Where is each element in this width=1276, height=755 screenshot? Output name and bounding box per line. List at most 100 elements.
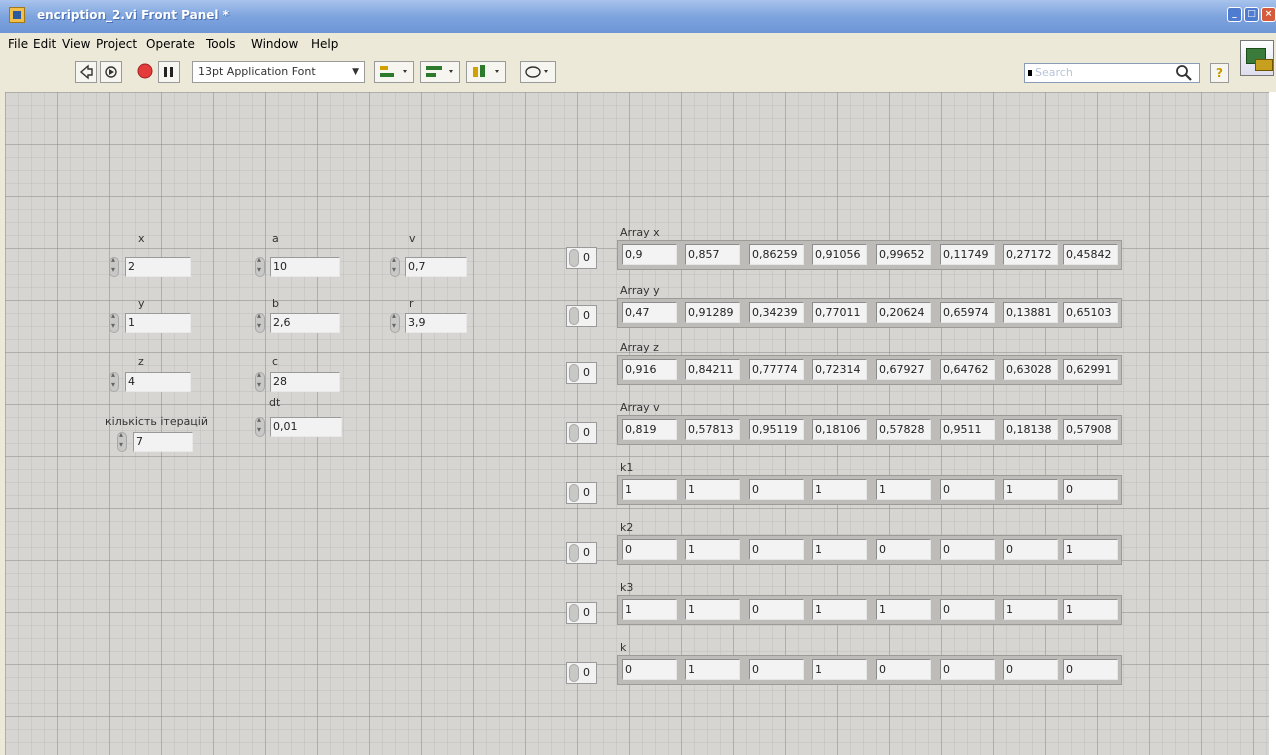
array-element[interactable]: 0,18106	[812, 419, 867, 440]
array-element[interactable]: 0	[622, 539, 677, 560]
minimize-button[interactable]: _	[1227, 7, 1242, 22]
array-index-control[interactable]: 0	[566, 602, 597, 624]
index-spinner-icon[interactable]	[569, 364, 579, 382]
index-spinner-icon[interactable]	[569, 307, 579, 325]
array-element[interactable]: 0,86259	[749, 244, 804, 265]
index-spinner-icon[interactable]	[569, 249, 579, 267]
array-element[interactable]: 0,95119	[749, 419, 804, 440]
z-increment-decrement[interactable]	[109, 370, 119, 392]
y-input[interactable]: 1	[125, 313, 191, 333]
r-input[interactable]: 3,9	[405, 313, 467, 333]
run-button[interactable]	[75, 61, 97, 83]
array-element[interactable]: 0	[749, 479, 804, 500]
array-element[interactable]: 0,64762	[940, 359, 995, 380]
a-increment-decrement[interactable]	[255, 255, 265, 277]
array-element[interactable]: 1	[812, 599, 867, 620]
array-element[interactable]: 0,47	[622, 302, 677, 323]
index-spinner-icon[interactable]	[569, 484, 579, 502]
array-element[interactable]: 0,57813	[685, 419, 740, 440]
array-element[interactable]: 0,65974	[940, 302, 995, 323]
b-increment-decrement[interactable]	[255, 311, 265, 333]
menu-help[interactable]: Help	[311, 37, 338, 51]
array-index-control[interactable]: 0	[566, 662, 597, 684]
vi-icon[interactable]	[1240, 40, 1274, 76]
array-element[interactable]: 0	[876, 659, 931, 680]
array-element[interactable]: 0,18138	[1003, 419, 1058, 440]
array-element[interactable]: 0,91289	[685, 302, 740, 323]
abort-button[interactable]	[135, 61, 155, 83]
array-element[interactable]: 1	[876, 479, 931, 500]
menu-edit[interactable]: Edit	[33, 37, 56, 51]
array-index-control[interactable]: 0	[566, 362, 597, 384]
array-element[interactable]: 0,63028	[1003, 359, 1058, 380]
font-selector[interactable]: 13pt Application Font ▼	[192, 61, 365, 83]
array-element[interactable]: 0	[622, 659, 677, 680]
array-element[interactable]: 0,62991	[1063, 359, 1118, 380]
search-input[interactable]: Search	[1024, 63, 1200, 83]
align-objects-button[interactable]	[374, 61, 414, 83]
vertical-scrollbar[interactable]	[1269, 92, 1276, 755]
array-element[interactable]: 0,20624	[876, 302, 931, 323]
menu-view[interactable]: View	[62, 37, 90, 51]
maximize-button[interactable]: □	[1244, 7, 1259, 22]
array-element[interactable]: 1	[1063, 599, 1118, 620]
array-element[interactable]: 0,27172	[1003, 244, 1058, 265]
x-increment-decrement[interactable]	[109, 255, 119, 277]
array-element[interactable]: 1	[1063, 539, 1118, 560]
r-increment-decrement[interactable]	[390, 311, 400, 333]
array-index-control[interactable]: 0	[566, 247, 597, 269]
array-element[interactable]: 0,57908	[1063, 419, 1118, 440]
index-spinner-icon[interactable]	[569, 424, 579, 442]
array-element[interactable]: 0	[749, 599, 804, 620]
dt-increment-decrement[interactable]	[255, 415, 265, 437]
z-input[interactable]: 4	[125, 372, 191, 392]
v-increment-decrement[interactable]	[390, 255, 400, 277]
array-element[interactable]: 0	[749, 659, 804, 680]
array-element[interactable]: 1	[622, 479, 677, 500]
distribute-objects-button[interactable]	[420, 61, 460, 83]
array-element[interactable]: 0,99652	[876, 244, 931, 265]
index-spinner-icon[interactable]	[569, 664, 579, 682]
array-element[interactable]: 0	[940, 659, 995, 680]
array-element[interactable]: 0	[940, 479, 995, 500]
array-element[interactable]: 0,67927	[876, 359, 931, 380]
help-button[interactable]: ?	[1210, 63, 1229, 83]
menu-project[interactable]: Project	[96, 37, 137, 51]
pause-button[interactable]	[158, 61, 180, 83]
array-element[interactable]: 1	[685, 539, 740, 560]
array-element[interactable]: 1	[812, 539, 867, 560]
close-button[interactable]: ×	[1261, 7, 1276, 22]
menu-operate[interactable]: Operate	[146, 37, 195, 51]
array-index-control[interactable]: 0	[566, 482, 597, 504]
menu-tools[interactable]: Tools	[206, 37, 236, 51]
run-continuously-button[interactable]	[100, 61, 122, 83]
array-element[interactable]: 1	[1003, 599, 1058, 620]
array-element[interactable]: 0	[940, 539, 995, 560]
x-input[interactable]: 2	[125, 257, 191, 277]
array-element[interactable]: 0	[1063, 479, 1118, 500]
array-element[interactable]: 0,857	[685, 244, 740, 265]
array-element[interactable]: 0,84211	[685, 359, 740, 380]
array-element[interactable]: 0,9	[622, 244, 677, 265]
array-element[interactable]: 1	[622, 599, 677, 620]
array-element[interactable]: 1	[876, 599, 931, 620]
a-input[interactable]: 10	[270, 257, 340, 277]
array-element[interactable]: 0,65103	[1063, 302, 1118, 323]
resize-objects-button[interactable]	[466, 61, 506, 83]
array-element[interactable]: 0,91056	[812, 244, 867, 265]
iterations-increment-decrement[interactable]	[117, 430, 127, 452]
array-index-control[interactable]: 0	[566, 305, 597, 327]
y-increment-decrement[interactable]	[109, 311, 119, 333]
menu-window[interactable]: Window	[251, 37, 298, 51]
array-element[interactable]: 0,9511	[940, 419, 995, 440]
v-input[interactable]: 0,7	[405, 257, 467, 277]
array-element[interactable]: 0,72314	[812, 359, 867, 380]
array-element[interactable]: 1	[812, 659, 867, 680]
dt-input[interactable]: 0,01	[270, 417, 342, 437]
array-element[interactable]: 1	[1003, 479, 1058, 500]
array-element[interactable]: 0	[1003, 539, 1058, 560]
array-index-control[interactable]: 0	[566, 542, 597, 564]
search-icon[interactable]	[1175, 64, 1193, 82]
menu-file[interactable]: File	[8, 37, 28, 51]
array-element[interactable]: 0	[876, 539, 931, 560]
